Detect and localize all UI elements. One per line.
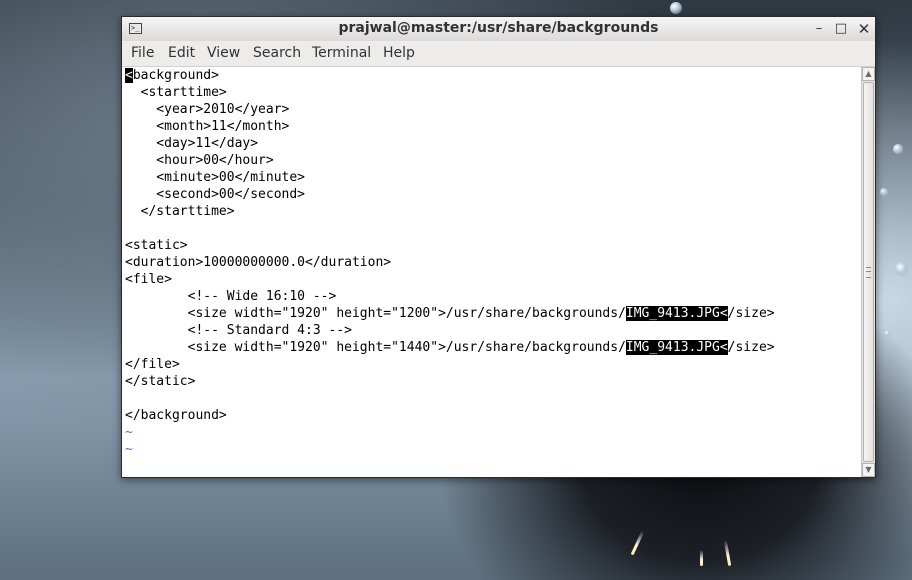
terminal-text-area[interactable]: <background> <starttime> <year>2010</yea… bbox=[122, 67, 861, 477]
menu-edit[interactable]: Edit bbox=[168, 45, 195, 61]
terminal-line: <file> bbox=[125, 272, 172, 287]
terminal-line: <size width="1920" height="1200">/usr/sh… bbox=[125, 305, 775, 322]
maximize-icon[interactable]: □ bbox=[832, 20, 850, 38]
menu-help[interactable]: Help bbox=[383, 45, 415, 61]
terminal-line: </starttime> bbox=[125, 204, 235, 219]
line-text: <size width="1920" height="1200">/usr/sh… bbox=[125, 306, 626, 321]
terminal-line: <starttime> bbox=[125, 85, 227, 100]
line-text: background> bbox=[132, 68, 219, 83]
terminal-line: <duration>10000000000.0</duration> bbox=[125, 255, 392, 270]
terminal-line: <!-- Standard 4:3 --> bbox=[125, 323, 352, 338]
scroll-up-icon[interactable]: ▲ bbox=[862, 67, 875, 81]
search-highlight: IMG_9413.JPG< bbox=[625, 306, 728, 321]
empty-line-marker: ~ bbox=[125, 425, 133, 440]
terminal-line: <static> bbox=[125, 238, 188, 253]
scrollbar-thumb[interactable] bbox=[863, 82, 874, 462]
menu-view[interactable]: View bbox=[207, 45, 240, 61]
menu-file[interactable]: File bbox=[131, 45, 154, 61]
line-text: /size> bbox=[727, 306, 775, 321]
terminal-line: <hour>00</hour> bbox=[125, 153, 274, 168]
water-droplet bbox=[893, 144, 903, 154]
water-droplet bbox=[895, 262, 909, 276]
terminal-line: <month>11</month> bbox=[125, 119, 290, 134]
water-droplet bbox=[884, 330, 891, 337]
water-droplet bbox=[670, 2, 682, 14]
terminal-line: </file> bbox=[125, 357, 180, 372]
light-reflection bbox=[723, 539, 732, 567]
terminal-line: <background> bbox=[125, 67, 219, 84]
terminal-line: </static> bbox=[125, 374, 196, 389]
water-droplet bbox=[880, 188, 888, 196]
text-cursor: < bbox=[125, 68, 133, 83]
terminal-line: <!-- Wide 16:10 --> bbox=[125, 289, 337, 304]
menu-terminal[interactable]: Terminal bbox=[312, 45, 371, 61]
terminal-line: <minute>00</minute> bbox=[125, 170, 306, 185]
light-reflection bbox=[630, 530, 645, 556]
grip-icon bbox=[866, 267, 871, 278]
empty-line-marker: ~ bbox=[125, 442, 133, 457]
menu-bar: File Edit View Search Terminal Help bbox=[122, 41, 875, 67]
terminal-window[interactable]: >_ prajwal@master:/usr/share/backgrounds… bbox=[121, 16, 876, 478]
terminal-line: <year>2010</year> bbox=[125, 102, 290, 117]
line-text: <size width="1920" height="1440">/usr/sh… bbox=[125, 340, 626, 355]
menu-search[interactable]: Search bbox=[253, 45, 301, 61]
vertical-scrollbar[interactable]: ▲ ▼ bbox=[861, 67, 875, 477]
light-reflection bbox=[700, 550, 703, 566]
terminal-line: <day>11</day> bbox=[125, 136, 259, 151]
line-text: /size> bbox=[727, 340, 775, 355]
search-highlight: IMG_9413.JPG< bbox=[625, 340, 728, 355]
terminal-line: <second>00</second> bbox=[125, 187, 306, 202]
minimize-icon[interactable]: – bbox=[810, 20, 828, 38]
title-bar[interactable]: >_ prajwal@master:/usr/share/backgrounds… bbox=[122, 17, 875, 42]
terminal-line: </background> bbox=[125, 408, 227, 423]
window-title: prajwal@master:/usr/share/backgrounds bbox=[338, 20, 659, 36]
close-icon[interactable]: ✕ bbox=[855, 20, 873, 38]
terminal-line: <size width="1920" height="1440">/usr/sh… bbox=[125, 339, 775, 356]
scroll-down-icon[interactable]: ▼ bbox=[862, 463, 875, 477]
